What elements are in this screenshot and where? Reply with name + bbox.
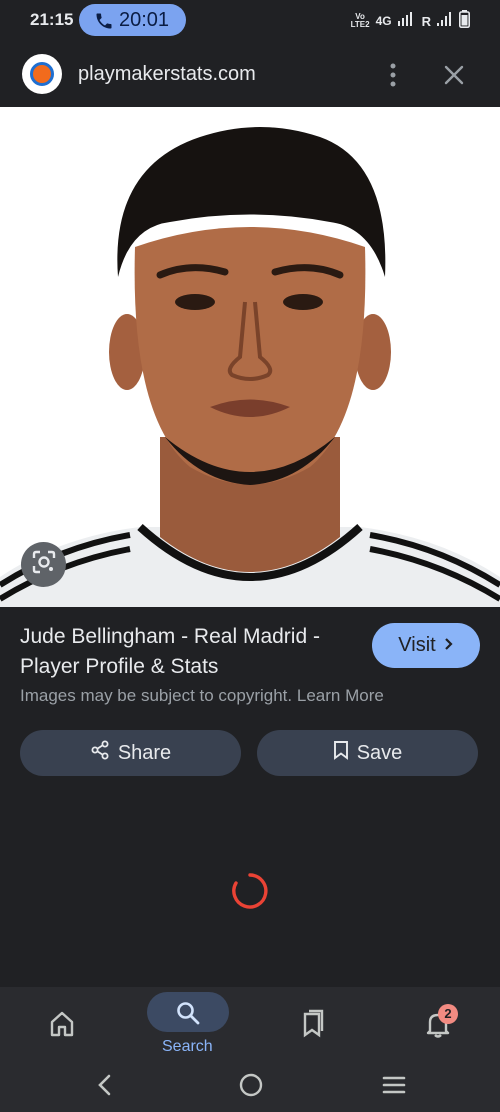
bookmark-icon [333, 740, 349, 766]
share-label: Share [117, 741, 172, 764]
learn-more-link[interactable]: Learn More [297, 686, 384, 705]
volte-indicator: Vo LTE2 [351, 13, 370, 29]
system-navigation-bar [0, 1057, 500, 1112]
notification-badge: 2 [438, 1004, 458, 1024]
more-vert-icon[interactable] [384, 62, 402, 88]
save-button[interactable]: Save [257, 730, 478, 776]
share-icon [90, 740, 110, 766]
nav-search-label[interactable]: Search [162, 1038, 213, 1056]
call-timer: 20:01 [119, 9, 170, 31]
status-icons: Vo LTE2 4G R [351, 9, 470, 33]
browser-toolbar: playmakerstats.com [0, 42, 500, 107]
network-type: 4G [375, 14, 392, 28]
close-icon[interactable] [440, 61, 468, 89]
battery-icon [459, 9, 470, 33]
loading-spinner-icon [231, 872, 269, 910]
recents-menu-icon[interactable] [382, 1075, 406, 1100]
google-lens-icon [31, 549, 57, 580]
status-bar: 21:15 20:01 Vo LTE2 4G R [0, 0, 500, 42]
search-icon [177, 1002, 200, 1025]
phone-icon [94, 11, 114, 36]
save-label: Save [356, 741, 403, 764]
player-portrait [0, 107, 500, 607]
home-circle-icon[interactable] [238, 1072, 264, 1103]
copyright-note: Images may be subject to copyright. Lear… [20, 686, 384, 706]
roaming-indicator: R [421, 13, 431, 29]
nav-search-tab[interactable] [147, 992, 229, 1032]
google-lens-button[interactable] [21, 542, 66, 587]
share-button[interactable]: Share [20, 730, 241, 776]
result-title[interactable]: Jude Bellingham - Real Madrid - Player P… [20, 622, 365, 682]
chevron-right-icon [444, 634, 454, 657]
signal-icon [397, 11, 412, 31]
visit-label: Visit [398, 634, 436, 656]
bottom-navigation: Search 2 [0, 987, 500, 1057]
site-favicon-icon[interactable] [22, 54, 62, 94]
ongoing-call-pill[interactable]: 20:01 [79, 4, 186, 36]
back-icon[interactable] [96, 1074, 114, 1101]
site-domain[interactable]: playmakerstats.com [78, 63, 256, 86]
visit-button[interactable]: Visit [372, 623, 480, 668]
copyright-text: Images may be subject to copyright. [20, 686, 293, 705]
signal-icon-2 [437, 11, 453, 31]
volte-line2: LTE2 [350, 20, 370, 29]
status-time: 21:15 [30, 10, 74, 29]
result-image[interactable] [0, 107, 500, 607]
